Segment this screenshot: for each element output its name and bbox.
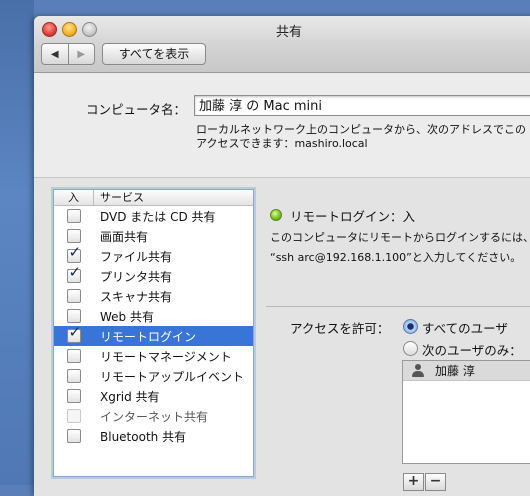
service-row[interactable]: インターネット共有 xyxy=(54,406,253,426)
service-name: Xgrid 共有 xyxy=(100,389,160,404)
service-checkbox[interactable] xyxy=(66,349,81,363)
service-checkbox[interactable]: ✓ xyxy=(66,325,81,343)
user-name: 加藤 淳 xyxy=(435,364,475,378)
service-name: 画面共有 xyxy=(100,229,149,244)
forward-arrow-icon[interactable]: ▶ xyxy=(67,44,95,64)
main-area: 入 サービス DVD または CD 共有 画面共有 ✓ ファイル共有 ✓ プリンタ共有 スキ… xyxy=(34,178,530,496)
show-all-button[interactable]: すべてを表示 xyxy=(102,43,206,65)
description-line1: このコンピュータにリモートからログインするには、 xyxy=(270,231,530,244)
checkmark-icon: ✓ xyxy=(68,243,82,261)
services-list-header: 入 サービス xyxy=(54,190,253,206)
services-rows: DVD または CD 共有 画面共有 ✓ ファイル共有 ✓ プリンタ共有 スキャナ共有 Web… xyxy=(54,206,253,446)
user-icon xyxy=(411,363,425,378)
service-row[interactable]: DVD または CD 共有 xyxy=(54,206,253,226)
service-checkbox-cell xyxy=(54,389,93,403)
service-status-text: リモートログイン：入 xyxy=(290,209,416,224)
checkmark-icon: ✓ xyxy=(68,263,82,281)
radio-all-users[interactable] xyxy=(403,319,418,334)
services-list: 入 サービス DVD または CD 共有 画面共有 ✓ ファイル共有 ✓ プリンタ共有 スキ… xyxy=(53,189,254,477)
access-label: アクセスを許可： xyxy=(290,321,390,336)
service-checkbox[interactable]: ✓ xyxy=(66,245,81,263)
add-user-button[interactable]: + xyxy=(403,473,424,491)
service-checkbox[interactable] xyxy=(66,209,81,223)
user-row[interactable]: 加藤 淳 xyxy=(403,361,530,381)
service-checkbox-cell: ✓ xyxy=(54,245,93,263)
address-note-line2: アクセスできます：mashiro.local xyxy=(196,137,368,150)
service-name: DVD または CD 共有 xyxy=(100,209,216,224)
service-checkbox-cell: ✓ xyxy=(54,325,93,343)
computer-name-field[interactable]: 加藤 淳 の Mac mini xyxy=(194,95,530,116)
service-row[interactable]: リモートマネージメント xyxy=(54,346,253,366)
service-name: ファイル共有 xyxy=(100,249,173,264)
service-checkbox[interactable] xyxy=(66,389,81,403)
service-checkbox[interactable] xyxy=(66,289,81,303)
service-name: プリンタ共有 xyxy=(100,269,173,284)
service-checkbox-cell xyxy=(54,369,93,383)
back-arrow-icon[interactable]: ◀ xyxy=(42,44,68,64)
computer-name-label: コンピュータ名： xyxy=(85,102,186,117)
service-row[interactable]: ✓ ファイル共有 xyxy=(54,245,253,266)
service-name: インターネット共有 xyxy=(100,409,209,424)
desktop-background xyxy=(0,0,34,485)
description-line2: “ssh arc@192.168.1.100”と入力してください。 xyxy=(270,251,522,264)
service-checkbox[interactable] xyxy=(66,229,81,243)
service-row[interactable]: スキャナ共有 xyxy=(54,286,253,306)
service-name: リモートアップルイベント xyxy=(100,369,245,384)
service-checkbox-cell xyxy=(54,349,93,363)
checkmark-icon: ✓ xyxy=(68,323,82,341)
service-checkbox[interactable] xyxy=(66,429,81,443)
address-note-line1: ローカルネットワーク上のコンピュータから、次のアドレスでこの xyxy=(196,123,526,136)
service-checkbox[interactable] xyxy=(66,369,81,383)
section-divider xyxy=(266,306,530,307)
service-checkbox-cell xyxy=(54,229,93,243)
service-checkbox-cell xyxy=(54,429,93,443)
column-header-service[interactable]: サービス xyxy=(94,190,144,205)
status-indicator-icon xyxy=(270,209,282,221)
service-description: このコンピュータにリモートからログインするには、 “ssh arc@192.16… xyxy=(270,228,530,268)
service-checkbox-cell xyxy=(54,309,93,323)
column-header-on[interactable]: 入 xyxy=(54,190,94,205)
service-checkbox-cell: ✓ xyxy=(54,265,93,283)
service-name: スキャナ共有 xyxy=(100,289,173,304)
service-checkbox-cell xyxy=(54,289,93,303)
service-row[interactable]: Xgrid 共有 xyxy=(54,386,253,406)
remove-user-button[interactable]: − xyxy=(425,473,446,491)
title-bar: 共有 ◀ ▶ すべてを表示 xyxy=(34,16,530,73)
radio-all-users-label[interactable]: すべてのユーザ xyxy=(422,318,508,337)
service-name: リモートマネージメント xyxy=(100,349,232,364)
service-name: Web 共有 xyxy=(100,309,154,324)
service-row[interactable]: ✓ リモートログイン xyxy=(54,325,253,346)
window-title: 共有 xyxy=(275,25,302,40)
service-row[interactable]: 画面共有 xyxy=(54,226,253,246)
sharing-window: 共有 ◀ ▶ すべてを表示 コンピュータ名： 加藤 淳 の Mac mini ロ… xyxy=(34,16,530,496)
service-checkbox[interactable]: ✓ xyxy=(66,265,81,283)
service-checkbox[interactable] xyxy=(66,309,81,323)
service-row[interactable]: Bluetooth 共有 xyxy=(54,426,253,446)
service-row[interactable]: リモートアップルイベント xyxy=(54,366,253,386)
service-checkbox xyxy=(66,409,81,423)
computer-address-note: ローカルネットワーク上のコンピュータから、次のアドレスでこの アクセスできます：… xyxy=(196,123,530,151)
service-name: リモートログイン xyxy=(100,329,197,344)
service-row[interactable]: Web 共有 xyxy=(54,306,253,326)
allowed-users-list[interactable]: 加藤 淳 xyxy=(402,360,530,464)
service-name: Bluetooth 共有 xyxy=(100,429,187,444)
nav-segmented-control: ◀ ▶ xyxy=(41,43,95,65)
service-checkbox-cell xyxy=(54,209,93,223)
service-checkbox-cell xyxy=(54,409,93,423)
radio-only-users-label[interactable]: 次のユーザのみ： xyxy=(422,340,522,359)
radio-only-users[interactable] xyxy=(403,341,418,356)
computer-name-section: コンピュータ名： 加藤 淳 の Mac mini ローカルネットワーク上のコンピ… xyxy=(34,73,530,178)
service-row[interactable]: ✓ プリンタ共有 xyxy=(54,265,253,286)
